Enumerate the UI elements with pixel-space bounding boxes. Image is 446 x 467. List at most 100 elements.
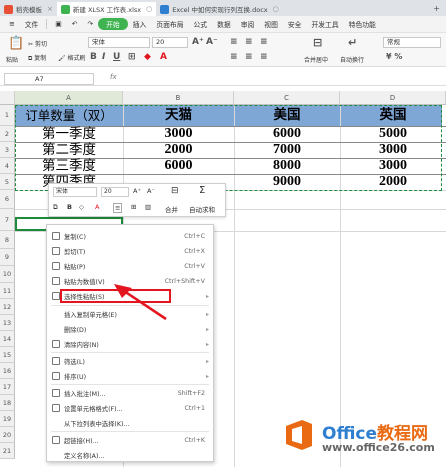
menu-item-cut[interactable]: 剪切(T) Ctrl+X <box>47 244 213 258</box>
menu-start[interactable]: 开始 <box>98 18 128 30</box>
menu-item-paste[interactable]: 粘贴(P) Ctrl+V <box>47 259 213 273</box>
row-header[interactable]: 16 <box>0 363 15 379</box>
menu-item-filter[interactable]: 筛选(L) ▸ <box>47 354 213 368</box>
row-header[interactable]: 17 <box>0 379 15 395</box>
mini-merge-button[interactable]: 合并 <box>165 204 178 214</box>
row-header[interactable]: 12 <box>0 299 15 315</box>
merge-center-icon[interactable]: ⊟ <box>313 36 322 49</box>
row-header[interactable]: 14 <box>0 331 15 347</box>
format-painter-button[interactable]: 🖌 格式刷 <box>58 53 86 62</box>
wrap-text-button[interactable]: 自动换行 <box>340 55 364 64</box>
menu-developer[interactable]: 开发工具 <box>306 19 343 29</box>
table-cell[interactable]: 5000 <box>340 126 446 142</box>
font-size-select[interactable]: 20 <box>152 37 188 48</box>
font-shrink-icon[interactable]: A⁻ <box>206 37 218 47</box>
table-cell[interactable]: 2000 <box>340 174 446 190</box>
select-all-corner[interactable] <box>0 91 15 105</box>
table-cell[interactable]: 6000 <box>123 158 234 174</box>
table-cell[interactable]: 6000 <box>234 126 340 142</box>
align-center-icon[interactable]: ≡ <box>245 52 253 62</box>
cut-button[interactable]: ✂ 剪切 <box>28 39 47 48</box>
menu-item-pick-from-list[interactable]: 从下拉列表中选择(K)... <box>47 416 213 430</box>
wrap-text-icon[interactable]: ↵ <box>348 36 357 49</box>
redo-icon[interactable]: ↷ <box>82 20 98 28</box>
copy-button[interactable]: ⧉ 复制 <box>28 53 46 63</box>
table-cell[interactable]: 2000 <box>123 142 234 158</box>
italic-icon[interactable]: I <box>102 52 105 62</box>
row-header[interactable]: 15 <box>0 347 15 363</box>
bold-icon[interactable]: B <box>67 203 72 211</box>
function-icon[interactable]: fx <box>110 73 117 81</box>
save-icon[interactable]: ▣ <box>50 20 66 28</box>
add-tab-icon[interactable]: + <box>433 4 440 13</box>
table-cell[interactable]: 9000 <box>234 174 340 190</box>
row-header[interactable]: 6 <box>0 190 15 209</box>
align-left-icon[interactable]: ≡ <box>230 52 238 62</box>
font-name-select[interactable]: 宋体 <box>88 37 150 48</box>
row-header[interactable]: 1 <box>0 105 15 126</box>
row-header[interactable]: 4 <box>0 158 15 174</box>
name-box[interactable]: A7 <box>4 73 94 85</box>
tab-xlsx-workbook[interactable]: 新建 XLSX 工作表.xlsx ○ <box>56 2 157 16</box>
border-icon[interactable]: ⊞ <box>128 52 136 62</box>
menu-item-hyperlink[interactable]: 超链接(H)... Ctrl+K <box>47 433 213 447</box>
menu-review[interactable]: 审阅 <box>236 19 260 29</box>
header-cell[interactable]: 美国 <box>234 105 340 126</box>
fill-icon[interactable]: ▥ <box>145 203 151 211</box>
menu-item-format-cells[interactable]: 设置单元格格式(F)... Ctrl+1 <box>47 401 213 415</box>
number-format-select[interactable]: 常规 <box>383 37 441 48</box>
menu-formulas[interactable]: 公式 <box>189 19 213 29</box>
mini-size-select[interactable]: 20 <box>101 187 129 197</box>
row-header[interactable]: 10 <box>0 266 15 283</box>
font-grow-icon[interactable]: A⁺ <box>133 187 141 195</box>
column-header-c[interactable]: C <box>234 91 340 105</box>
row-header[interactable]: 19 <box>0 411 15 427</box>
table-cell[interactable]: 8000 <box>234 158 340 174</box>
table-cell[interactable]: 第一季度 <box>15 126 123 142</box>
close-icon[interactable]: ○ <box>273 5 279 13</box>
row-header[interactable]: 20 <box>0 427 15 443</box>
row-header[interactable]: 5 <box>0 174 15 190</box>
align-middle-icon[interactable]: ≡ <box>245 37 253 47</box>
mini-format-icon[interactable]: ⧉ <box>53 203 58 212</box>
menu-item-sort[interactable]: 排序(U) ▸ <box>47 369 213 383</box>
mini-font-select[interactable]: 宋体 <box>53 187 97 197</box>
row-header[interactable]: 7 <box>0 209 15 231</box>
menu-insert[interactable]: 插入 <box>128 19 152 29</box>
header-cell[interactable]: 天猫 <box>123 105 234 126</box>
row-header[interactable]: 21 <box>0 443 15 459</box>
menu-view[interactable]: 视图 <box>259 19 283 29</box>
font-color-icon[interactable]: A <box>160 52 167 62</box>
header-cell[interactable]: 英国 <box>340 105 446 126</box>
autosum-icon[interactable]: Σ <box>199 185 205 196</box>
row-header[interactable]: 8 <box>0 231 15 249</box>
fill-color-icon[interactable]: ◇ <box>79 203 84 211</box>
column-header-b[interactable]: B <box>123 91 234 105</box>
column-header-a[interactable]: A <box>15 91 123 105</box>
table-cell[interactable]: 7000 <box>234 142 340 158</box>
table-cell[interactable]: 第二季度 <box>15 142 123 158</box>
menu-file[interactable]: 文件 <box>20 19 44 29</box>
row-header[interactable]: 13 <box>0 315 15 331</box>
row-header[interactable]: 11 <box>0 283 15 299</box>
menu-item-delete[interactable]: 删除(D) ▸ <box>47 322 213 336</box>
menu-item-define-name[interactable]: 定义名称(A)... <box>47 448 213 462</box>
table-cell[interactable]: 3000 <box>340 158 446 174</box>
merge-center-button[interactable]: 合并居中 <box>304 55 328 64</box>
close-icon[interactable]: × <box>47 5 53 13</box>
row-header[interactable]: 9 <box>0 249 15 266</box>
fill-color-icon[interactable]: ◆ <box>144 52 151 62</box>
paste-icon[interactable]: 📋 <box>8 36 24 51</box>
align-center-icon[interactable]: ≡ <box>113 203 123 213</box>
column-header-d[interactable]: D <box>340 91 446 105</box>
align-right-icon[interactable]: ≡ <box>260 52 268 62</box>
tab-docer-templates[interactable]: 稻壳模板 × <box>0 2 57 16</box>
menu-item-clear[interactable]: 清除内容(N) ▸ <box>47 337 213 351</box>
underline-icon[interactable]: U <box>113 52 120 62</box>
undo-icon[interactable]: ↶ <box>67 20 83 28</box>
align-bottom-icon[interactable]: ≡ <box>260 37 268 47</box>
currency-icon[interactable]: ¥ % <box>386 52 402 61</box>
row-header[interactable]: 3 <box>0 142 15 158</box>
paste-button[interactable]: 粘贴 <box>6 55 18 64</box>
font-color-icon[interactable]: A <box>95 203 99 211</box>
